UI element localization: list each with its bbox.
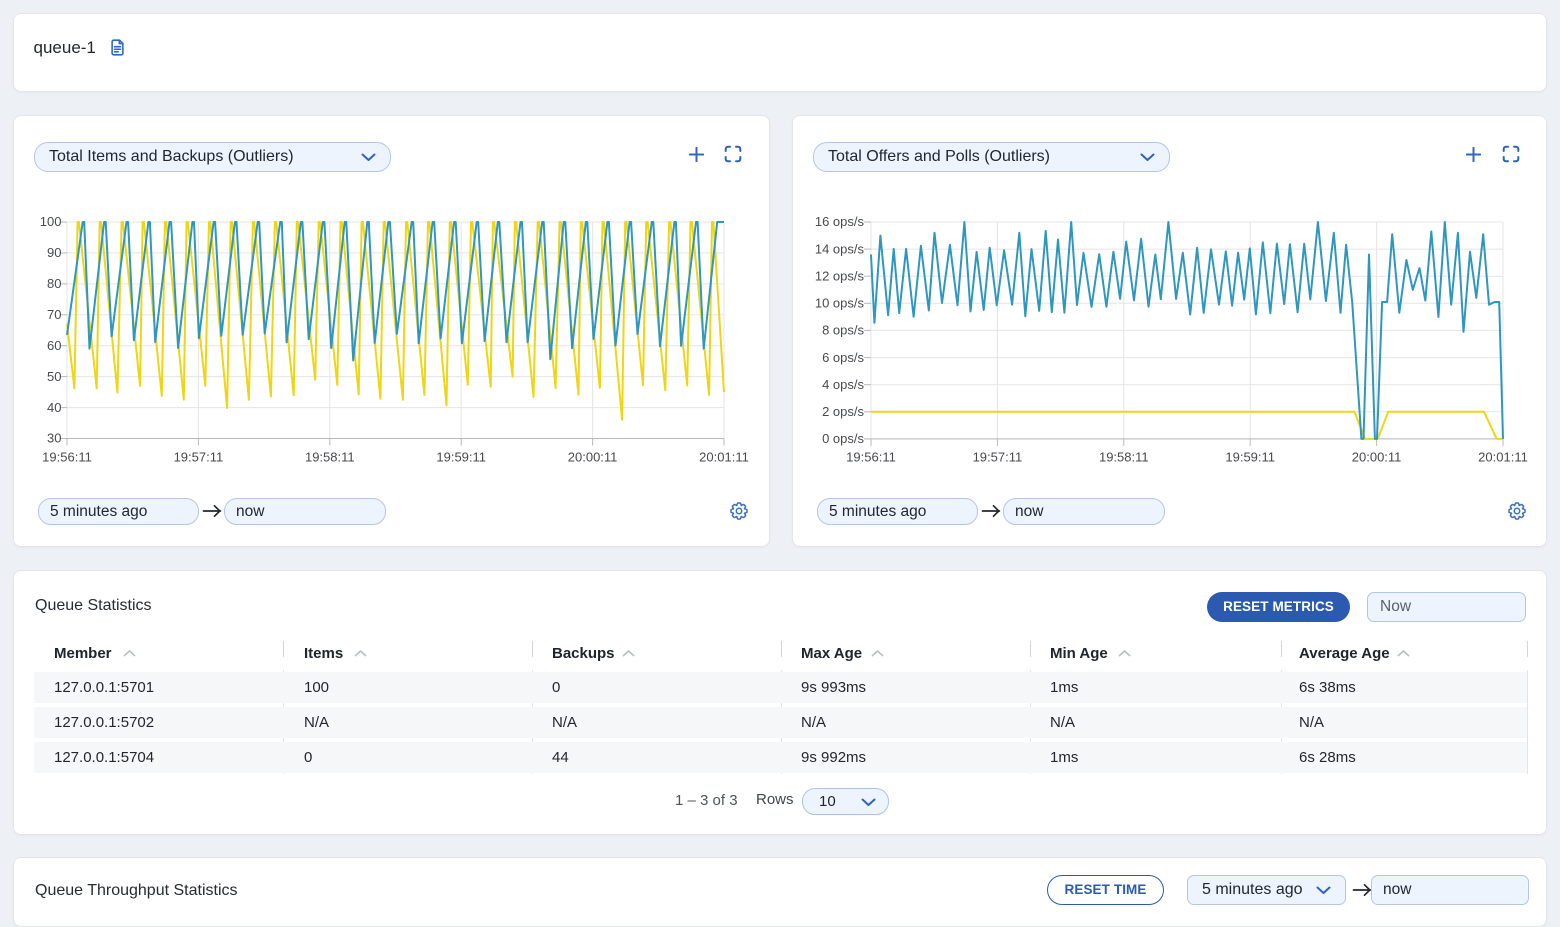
svg-text:19:59:11: 19:59:11: [1225, 450, 1275, 465]
svg-text:14 ops/s: 14 ops/s: [815, 241, 865, 256]
svg-text:10 ops/s: 10 ops/s: [815, 296, 865, 311]
svg-text:8 ops/s: 8 ops/s: [822, 323, 864, 338]
svg-text:19:57:11: 19:57:11: [973, 450, 1023, 465]
svg-text:100: 100: [40, 214, 62, 229]
svg-text:60: 60: [47, 338, 61, 353]
svg-text:70: 70: [47, 307, 61, 322]
svg-text:19:57:11: 19:57:11: [174, 450, 224, 465]
svg-text:19:58:11: 19:58:11: [1099, 450, 1149, 465]
svg-text:6 ops/s: 6 ops/s: [822, 350, 864, 365]
svg-text:20:01:11: 20:01:11: [699, 450, 749, 465]
svg-text:19:56:11: 19:56:11: [42, 450, 92, 465]
svg-text:19:58:11: 19:58:11: [305, 450, 355, 465]
svg-text:20:00:11: 20:00:11: [568, 450, 618, 465]
svg-text:80: 80: [47, 276, 61, 291]
svg-text:40: 40: [47, 400, 61, 415]
svg-text:19:56:11: 19:56:11: [846, 450, 896, 465]
svg-text:90: 90: [47, 245, 61, 260]
svg-text:50: 50: [47, 369, 61, 384]
svg-text:19:59:11: 19:59:11: [436, 450, 486, 465]
svg-text:12 ops/s: 12 ops/s: [815, 268, 865, 283]
svg-text:16 ops/s: 16 ops/s: [815, 214, 865, 229]
svg-text:0 ops/s: 0 ops/s: [822, 431, 864, 446]
svg-text:20:01:11: 20:01:11: [1478, 450, 1528, 465]
svg-text:4 ops/s: 4 ops/s: [822, 377, 864, 392]
svg-text:30: 30: [47, 431, 61, 446]
svg-text:20:00:11: 20:00:11: [1352, 450, 1402, 465]
svg-text:2 ops/s: 2 ops/s: [822, 404, 864, 419]
